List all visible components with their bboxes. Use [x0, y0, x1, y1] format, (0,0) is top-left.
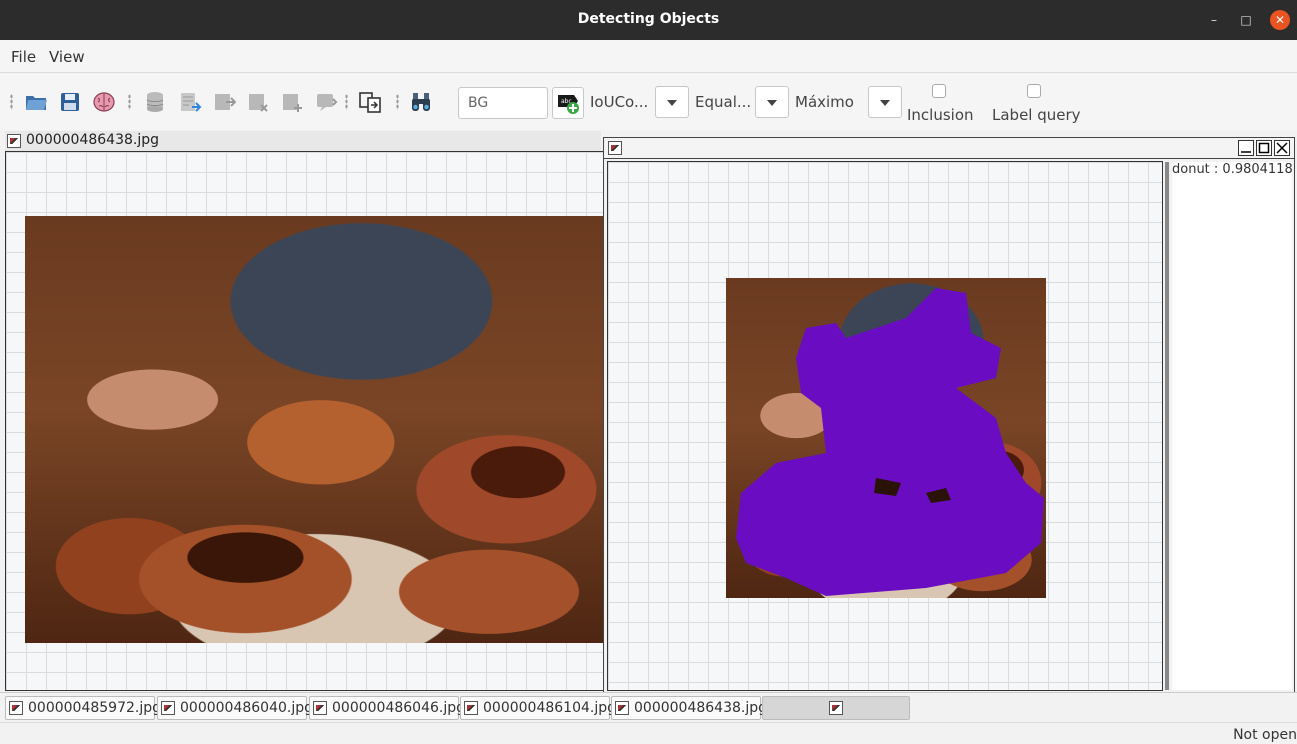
add-icon[interactable] — [280, 90, 304, 114]
left-panel-header: 000000486438.jpg — [5, 131, 601, 151]
left-panel-title: 000000486438.jpg — [26, 132, 159, 148]
tab-label: 000000485972.jpg — [28, 700, 161, 716]
detection-subwindow: donut : 0.9804118 — [603, 137, 1295, 693]
add-label-icon: abc — [558, 95, 579, 114]
image-tab[interactable]: 000000485972.jpg — [5, 696, 161, 720]
toolbar — [0, 74, 1297, 130]
compare-icon[interactable] — [358, 90, 382, 114]
save-icon[interactable] — [58, 90, 82, 114]
tab-label: 000000486040.jpg — [180, 700, 313, 716]
menu-file[interactable]: File — [11, 48, 36, 66]
image-tab[interactable]: 000000486438.jpg — [611, 696, 767, 720]
maximo-combo-label: Máximo — [795, 93, 854, 111]
menu-bar: File View — [0, 40, 1297, 73]
maximo-combo-dropdown[interactable] — [868, 86, 902, 118]
image-file-icon — [313, 701, 327, 715]
detection-canvas[interactable] — [607, 161, 1163, 691]
image-file-icon — [464, 701, 478, 715]
binoculars-icon[interactable] — [409, 90, 433, 114]
label-input[interactable]: BG — [458, 87, 548, 119]
status-bar: Not open — [0, 722, 1297, 744]
panel-splitter[interactable] — [1165, 162, 1169, 690]
image-tab-bar: 000000485972.jpg 000000486040.jpg 000000… — [0, 692, 1297, 722]
brain-icon[interactable] — [92, 90, 116, 114]
image-tab-active[interactable] — [762, 696, 910, 720]
label-query-label: Label query — [992, 106, 1081, 124]
toolbar-separator — [128, 94, 131, 110]
subwindow-close-button[interactable] — [1274, 140, 1290, 156]
subwindow-minimize-button[interactable] — [1238, 140, 1254, 156]
donut-photo — [25, 216, 604, 643]
label-query-checkbox[interactable] — [1027, 84, 1041, 98]
tab-label: 000000486438.jpg — [634, 700, 767, 716]
inclusion-checkbox[interactable] — [932, 84, 946, 98]
subwindow-header[interactable] — [604, 138, 1294, 159]
iou-combo-label: IoUCo... — [590, 93, 649, 111]
minimize-button[interactable]: – — [1204, 10, 1224, 30]
image-tab[interactable]: 000000486104.jpg — [460, 696, 616, 720]
title-bar: Detecting Objects – □ ✕ — [0, 0, 1297, 40]
equal-combo-label: Equal... — [695, 93, 752, 111]
image-file-icon — [9, 701, 23, 715]
tab-label: 000000486104.jpg — [483, 700, 616, 716]
inclusion-label: Inclusion — [907, 106, 974, 124]
database-icon[interactable] — [143, 90, 167, 114]
status-text: Not open — [1233, 727, 1297, 743]
detection-label-list: donut : 0.9804118 — [1172, 162, 1293, 690]
image-file-icon — [7, 134, 21, 148]
equal-combo-dropdown[interactable] — [755, 86, 789, 118]
maximize-button[interactable]: □ — [1236, 10, 1256, 30]
toolbar-grip[interactable] — [10, 94, 13, 110]
menu-view[interactable]: View — [49, 48, 85, 66]
import-icon[interactable] — [178, 90, 202, 114]
image-file-icon — [161, 701, 175, 715]
comment-icon[interactable] — [314, 90, 338, 114]
segmentation-mask — [736, 288, 1044, 596]
add-label-button[interactable]: abc — [552, 87, 584, 119]
tab-label: 000000486046.jpg — [332, 700, 465, 716]
image-tab[interactable]: 000000486046.jpg — [309, 696, 465, 720]
detection-label-item[interactable]: donut : 0.9804118 — [1172, 162, 1293, 177]
image-file-icon — [615, 701, 629, 715]
folder-open-icon[interactable] — [24, 90, 48, 114]
detection-photo — [726, 278, 1046, 598]
image-tab[interactable]: 000000486040.jpg — [157, 696, 313, 720]
image-file-icon — [608, 141, 622, 155]
subwindow-maximize-button[interactable] — [1256, 140, 1272, 156]
export-icon[interactable] — [212, 90, 236, 114]
close-button[interactable]: ✕ — [1270, 10, 1290, 30]
image-file-icon — [829, 701, 843, 715]
iou-combo-dropdown[interactable] — [655, 86, 689, 118]
toolbar-separator — [345, 94, 348, 110]
window-title: Detecting Objects — [577, 11, 720, 27]
delete-icon[interactable] — [246, 90, 270, 114]
left-image-canvas[interactable] — [5, 151, 605, 691]
toolbar-separator — [396, 94, 399, 110]
